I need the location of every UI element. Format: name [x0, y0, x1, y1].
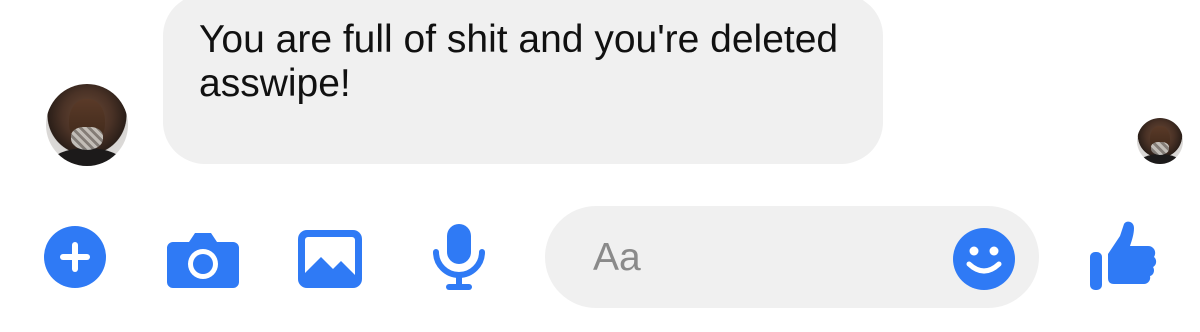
camera-icon[interactable]: [165, 228, 241, 290]
image-icon[interactable]: [296, 228, 364, 290]
avatar-photo-beard: [1150, 141, 1170, 155]
thumbs-up-icon[interactable]: [1088, 220, 1158, 292]
seen-receipt-avatar: [1137, 118, 1183, 164]
avatar-photo-beard: [70, 126, 104, 150]
message-bubble[interactable]: You are full of shit and you're deleted …: [163, 0, 883, 164]
avatar-photo-shoulders: [1139, 153, 1181, 164]
avatar-photo-shoulders: [50, 147, 124, 166]
message-text: You are full of shit and you're deleted …: [199, 18, 839, 105]
message-input-placeholder: Aa: [593, 236, 641, 279]
microphone-icon[interactable]: [428, 222, 490, 292]
sender-avatar[interactable]: [46, 84, 128, 166]
emoji-icon[interactable]: [951, 226, 1017, 292]
plus-icon[interactable]: [44, 226, 106, 288]
